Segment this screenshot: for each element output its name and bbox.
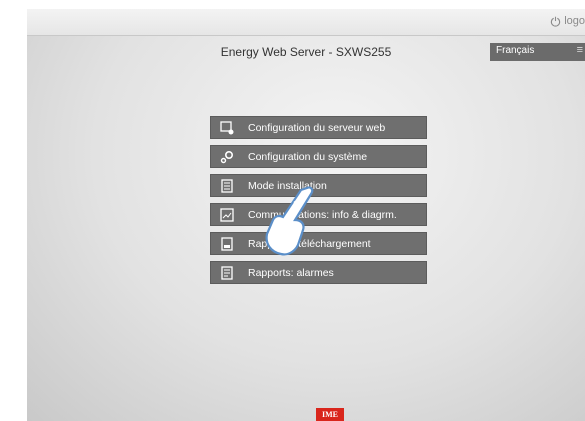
- brand-logo: IME: [316, 408, 344, 421]
- language-selector[interactable]: Français ≡: [490, 43, 585, 61]
- alarm-report-icon: [221, 265, 233, 280]
- logout-button[interactable]: logo: [550, 15, 585, 27]
- install-icon: [221, 178, 233, 193]
- logout-label: logo: [564, 15, 585, 27]
- step-number: 1: [292, 199, 300, 211]
- report-icon: [221, 236, 233, 251]
- top-bar: logo: [27, 9, 585, 36]
- chart-icon: [220, 207, 234, 222]
- web-server-screen: logo Energy Web Server - SXWS255 Françai…: [27, 9, 585, 421]
- power-icon: [551, 16, 561, 27]
- gears-icon: [220, 150, 234, 163]
- hamburger-icon[interactable]: ≡: [577, 44, 583, 56]
- server-config-icon: [220, 120, 234, 134]
- menu-item-label: Configuration du système: [248, 150, 368, 163]
- menu-item-label: Configuration du serveur web: [248, 121, 386, 134]
- menu-item-web-server-config[interactable]: Configuration du serveur web: [210, 116, 427, 139]
- menu-item-system-config[interactable]: Configuration du système: [210, 145, 427, 168]
- language-label: Français: [496, 45, 535, 56]
